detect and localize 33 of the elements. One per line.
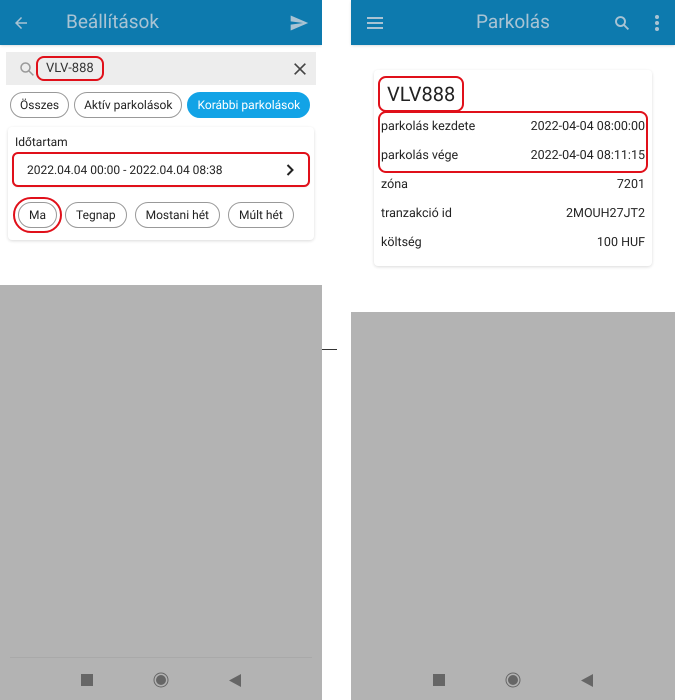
detail-label: parkolás vége (381, 147, 458, 166)
plate-number: VLV888 (380, 78, 462, 110)
home-icon[interactable] (153, 672, 169, 688)
detail-label: zóna (381, 176, 408, 194)
filter-chip[interactable]: Aktív parkolások (74, 92, 182, 118)
detail-value: 7201 (616, 176, 645, 194)
detail-value: 2022-04-04 08:11:15 (530, 147, 645, 166)
home-icon[interactable] (505, 672, 521, 688)
search-field[interactable]: VLV-888 (6, 52, 316, 85)
filter-chip[interactable]: Összes (10, 92, 70, 118)
screen-title: Beállítások (66, 9, 160, 36)
more-options-icon[interactable] (655, 14, 659, 30)
detail-value: 2022-04-04 08:00:00 (530, 118, 645, 136)
period-label: Időtartam (14, 134, 69, 151)
date-range-button[interactable]: 2022.04.04 00:00 - 2022.04.04 08:38 (14, 154, 308, 185)
detail-label: tranzakció id (381, 205, 452, 224)
close-icon[interactable] (292, 60, 308, 76)
period-chip[interactable]: Mostani hét (134, 202, 220, 228)
search-value: VLV-888 (38, 58, 102, 80)
period-chip[interactable]: Múlt hét (228, 202, 294, 228)
chevron-right-icon (286, 164, 294, 176)
search-icon (18, 60, 36, 78)
send-icon[interactable] (288, 12, 310, 32)
back-icon[interactable] (229, 674, 241, 686)
period-chip[interactable]: Tegnap (65, 202, 127, 228)
search-icon[interactable] (613, 14, 631, 32)
detail-value: 100 HUF (596, 234, 645, 252)
screen-title: Parkolás (475, 9, 551, 36)
detail-label: költség (381, 234, 422, 252)
detail-label: parkolás kezdete (381, 118, 476, 136)
back-icon[interactable] (581, 674, 593, 686)
menu-icon[interactable] (367, 16, 383, 28)
detail-value: 2MOUH27JT2 (566, 205, 645, 224)
